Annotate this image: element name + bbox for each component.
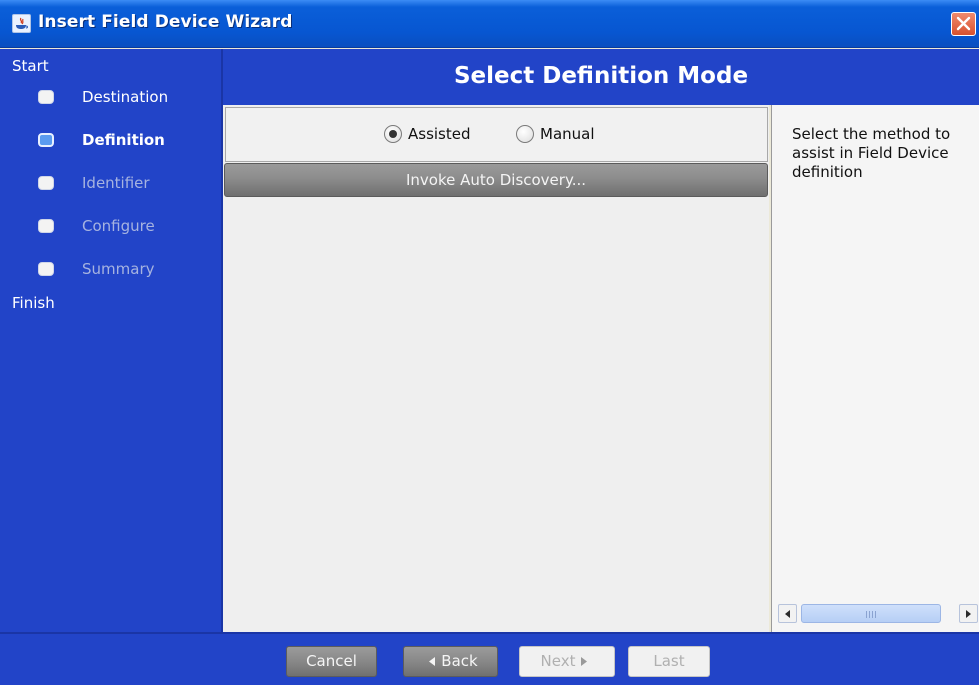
scrollbar-thumb[interactable] — [801, 604, 941, 623]
mode-selection-box: Assisted Manual — [225, 107, 768, 162]
help-text: Select the method to assist in Field Dev… — [792, 125, 951, 181]
wizard-steps-pane: Start Destination Definition Identifier … — [0, 49, 221, 632]
nav-finish-label: Finish — [12, 294, 55, 312]
step-label: Summary — [82, 260, 155, 278]
cancel-label: Cancel — [306, 652, 357, 670]
back-button[interactable]: Back — [403, 646, 498, 677]
radio-label: Manual — [540, 125, 595, 143]
next-label: Next — [540, 652, 576, 670]
radio-unchecked-icon[interactable] — [516, 125, 534, 143]
scroll-right-button[interactable] — [959, 604, 978, 623]
back-arrow-icon — [429, 647, 436, 676]
cancel-button[interactable]: Cancel — [286, 646, 377, 677]
last-button[interactable]: Last — [628, 646, 710, 677]
main-content: Assisted Manual Invoke Auto Discovery... — [223, 105, 769, 632]
radio-assisted[interactable]: Assisted — [384, 125, 471, 143]
radio-manual[interactable]: Manual — [516, 125, 595, 143]
step-label: Identifier — [82, 174, 150, 192]
arrow-right-icon — [966, 610, 971, 618]
arrow-left-icon — [785, 610, 790, 618]
step-label: Destination — [82, 88, 169, 106]
step-bullet-icon — [38, 90, 54, 104]
next-arrow-icon — [581, 647, 588, 676]
title-bar[interactable]: Insert Field Device Wizard — [0, 0, 979, 48]
last-label: Last — [653, 652, 685, 670]
page-header: Select Definition Mode — [223, 49, 979, 105]
scrollbar-grip-icon — [866, 611, 878, 618]
footer-button-bar: Cancel Back Next Last — [0, 632, 979, 685]
radio-label: Assisted — [408, 125, 471, 143]
close-icon — [956, 16, 971, 31]
step-label: Definition — [82, 131, 165, 149]
step-bullet-icon — [38, 176, 54, 190]
radio-checked-icon[interactable] — [384, 125, 402, 143]
step-bullet-active-icon — [38, 133, 54, 147]
horizontal-scrollbar[interactable] — [778, 602, 978, 624]
step-label: Configure — [82, 217, 155, 235]
step-bullet-icon — [38, 262, 54, 276]
nav-start-label: Start — [12, 57, 49, 75]
back-label: Back — [441, 652, 478, 670]
scroll-left-button[interactable] — [778, 604, 797, 623]
page-title: Select Definition Mode — [453, 63, 749, 89]
close-button[interactable] — [951, 12, 976, 36]
help-pane: Select the method to assist in Field Dev… — [771, 105, 979, 632]
java-app-icon — [12, 14, 31, 33]
invoke-auto-discovery-button[interactable]: Invoke Auto Discovery... — [224, 163, 768, 197]
next-button[interactable]: Next — [519, 646, 615, 677]
step-bullet-icon — [38, 219, 54, 233]
window-title: Insert Field Device Wizard — [38, 12, 293, 32]
